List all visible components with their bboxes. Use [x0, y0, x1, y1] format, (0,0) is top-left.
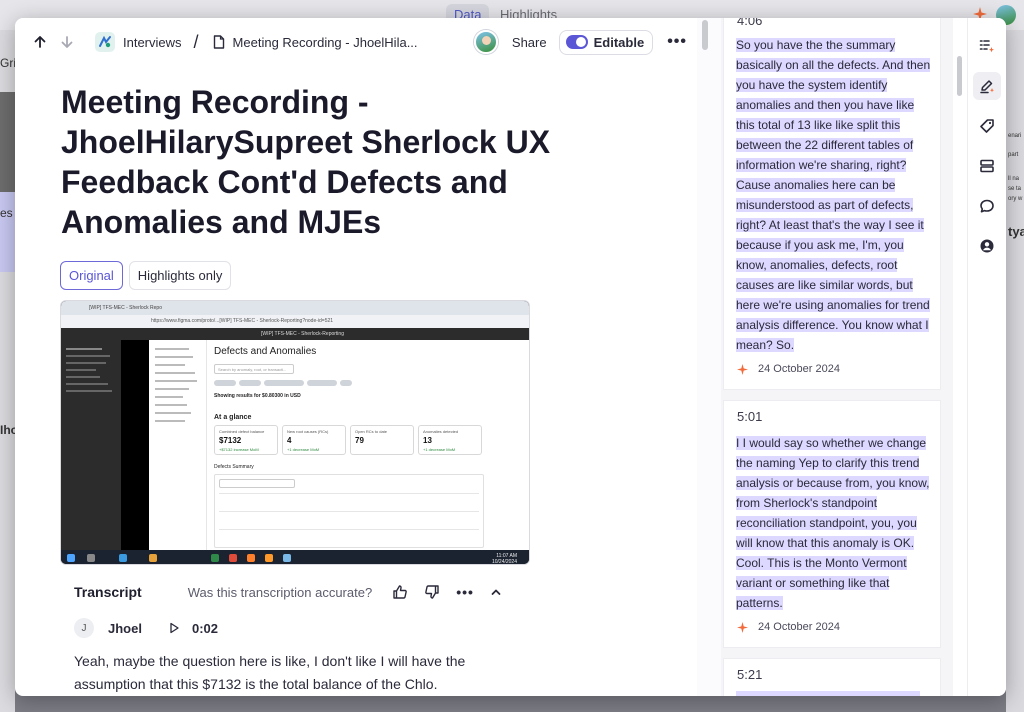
breadcrumb-separator: /: [193, 31, 199, 52]
segment-time[interactable]: 0:02: [192, 621, 218, 636]
thumbnail-card: Open RCs to date 79: [350, 425, 414, 455]
thumbnail-glance-title: At a glance: [214, 414, 252, 421]
view-highlights-only-button[interactable]: Highlights only: [128, 261, 232, 290]
highlights-scrollbar[interactable]: [953, 18, 967, 696]
user-icon[interactable]: [973, 232, 1001, 260]
editable-toggle[interactable]: Editable: [558, 29, 654, 55]
right-toolbar: [967, 18, 1006, 696]
scrollbar-thumb[interactable]: [702, 20, 708, 50]
thumbnail-main: Defects and Anomalies Search by anomaly,…: [207, 340, 529, 550]
thumbnail-results-text: Showing results for $0.80300 in USD: [214, 393, 301, 399]
page-title: Meeting Recording - JhoelHilarySupreet S…: [61, 84, 551, 240]
recording-thumbnail[interactable]: [WIP] TFS-MEC - Sherlock Repo https://ww…: [60, 300, 530, 565]
thumbnail-cards: Combined defect balance $7132 +$7132 inc…: [214, 425, 482, 455]
speaker-avatar: J: [74, 618, 94, 638]
background-text: tya: [1008, 224, 1024, 239]
thumbnail-card: Combined defect balance $7132 +$7132 inc…: [214, 425, 278, 455]
background-right-fragment: enari part ll na se ta ory w tya: [1006, 30, 1024, 712]
transcript-title: Transcript: [74, 584, 142, 600]
thumbnail-url-bar: https://www.figma.com/proto/...[WIP] TFS…: [61, 315, 529, 328]
sparkle-icon: [737, 621, 748, 633]
background-left-fragment: Gri es Iho: [0, 30, 15, 712]
transcript-text: Yeah, maybe the question here is like, I…: [74, 653, 466, 692]
thumbnail-search: Search by anomaly, root, or transacti...: [214, 364, 294, 374]
background-text: ory w: [1008, 196, 1023, 202]
scrollbar-thumb[interactable]: [957, 56, 962, 96]
document-panel: Interviews / Meeting Recording - JhoelHi…: [15, 18, 697, 696]
thumbs-down-icon[interactable]: [424, 584, 440, 600]
thumbnail-sidebar: [61, 340, 121, 550]
highlight-text: I I would say so whether we change the n…: [736, 436, 930, 610]
arrow-down-icon[interactable]: [58, 33, 76, 51]
thumbnail-table: [214, 474, 484, 548]
highlight-timestamp[interactable]: 5:21: [737, 667, 762, 682]
highlight-text: [736, 691, 920, 696]
ai-summary-icon[interactable]: [973, 32, 1001, 60]
sparkle-icon: [737, 363, 748, 375]
highlight-timestamp[interactable]: 5:01: [737, 409, 762, 424]
background-text: Iho: [0, 423, 15, 437]
background-text: es: [0, 206, 13, 220]
transcript-more-button[interactable]: •••: [456, 584, 474, 600]
toggle-switch[interactable]: [565, 35, 588, 49]
highlights-panel: 4:06 So you have the the summary basical…: [721, 18, 953, 696]
breadcrumb-interviews[interactable]: Interviews: [123, 35, 182, 50]
view-switcher: Original Highlights only: [60, 261, 232, 290]
tag-icon[interactable]: [973, 112, 1001, 140]
background-photo: [0, 92, 15, 192]
highlight-date: 24 October 2024: [737, 363, 840, 375]
background-text: se ta: [1008, 186, 1022, 192]
thumbnail-taskbar: 11:07 AM 10/24/2024: [61, 550, 529, 565]
thumbnail-card: Anomalies detected 13 +1 decrease MoM: [418, 425, 482, 455]
avatar[interactable]: [473, 30, 498, 54]
speaker-name: Jhoel: [108, 620, 142, 636]
highlight-card[interactable]: 5:21: [723, 658, 941, 696]
properties-icon[interactable]: [973, 152, 1001, 180]
comment-icon[interactable]: [973, 192, 1001, 220]
editable-label: Editable: [593, 34, 645, 50]
share-button[interactable]: Share: [512, 35, 547, 50]
speaker-row: J Jhoel 0:02: [74, 618, 218, 638]
background-text: part: [1008, 152, 1019, 158]
background-text: enari: [1008, 133, 1022, 139]
breadcrumb-document[interactable]: Meeting Recording - JhoelHila...: [233, 35, 418, 50]
thumbnail-summary-title: Defects Summary: [214, 464, 254, 470]
highlight-card[interactable]: 5:01 I I would say so whether we change …: [723, 400, 941, 648]
panel-splitter[interactable]: [697, 18, 721, 696]
interviews-app-icon[interactable]: [95, 32, 115, 52]
thumbnail-card: New root causes (RCs) 4 +1 decrease MoM: [282, 425, 346, 455]
background-text: Gri: [0, 56, 15, 70]
arrow-up-icon[interactable]: [31, 33, 49, 51]
thumbnail-clock: 11:07 AM 10/24/2024: [491, 553, 517, 565]
thumbnail-figma-bar: [WIP] TFS-MEC - Sherlock-Reporting: [61, 328, 529, 340]
transcript-header: Transcript Was this transcription accura…: [74, 581, 514, 603]
accuracy-question: Was this transcription accurate?: [187, 584, 373, 600]
highlight-date: 24 October 2024: [737, 621, 840, 633]
play-icon[interactable]: [168, 622, 180, 634]
thumbs-up-icon[interactable]: [392, 584, 408, 600]
background-highlight-block: [0, 192, 15, 272]
highlight-text: So you have the the summary basically on…: [736, 38, 931, 352]
document-icon: [213, 35, 225, 49]
recording-window: Interviews / Meeting Recording - JhoelHi…: [15, 18, 1006, 696]
background-text: ll na: [1008, 176, 1020, 182]
thumbnail-nav: [149, 340, 207, 550]
highlight-card[interactable]: 4:06 So you have the the summary basical…: [723, 18, 941, 390]
document-toolbar: Interviews / Meeting Recording - JhoelHi…: [15, 18, 697, 66]
thumbnail-browser-tab: [WIP] TFS-MEC - Sherlock Repo: [61, 301, 529, 315]
highlight-timestamp[interactable]: 4:06: [737, 18, 762, 28]
thumbnail-heading: Defects and Anomalies: [214, 346, 317, 357]
chevron-up-icon[interactable]: [490, 586, 502, 598]
more-options-button[interactable]: •••: [667, 33, 687, 51]
view-original-button[interactable]: Original: [60, 261, 123, 290]
highlight-pen-icon[interactable]: [973, 72, 1001, 100]
